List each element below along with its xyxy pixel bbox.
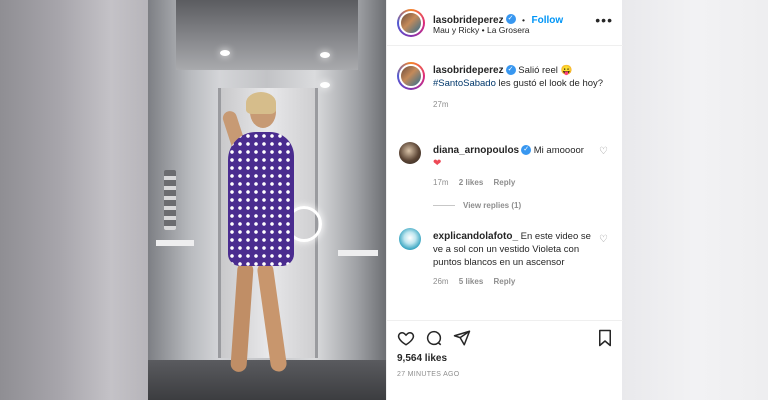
comment-body: Mi amoooor <box>533 145 584 156</box>
caption-time: 27m <box>433 100 449 109</box>
like-comment-heart-icon[interactable]: ♡ <box>599 234 608 245</box>
caption-text: lasobrideperez ✓ Salió reel 😛 #SantoSabad… <box>433 64 613 90</box>
comment-text: explicandolafoto_ En este video se ve a … <box>433 230 593 269</box>
elevator-ceiling <box>176 0 358 70</box>
caption-pre: Salió reel 😛 <box>518 65 573 76</box>
follow-button[interactable]: Follow <box>531 15 563 26</box>
red-heart-icon: ❤ <box>433 158 442 169</box>
view-replies-button[interactable]: View replies (1) <box>433 201 593 210</box>
hair <box>246 92 276 114</box>
more-options-icon[interactable]: ••• <box>595 12 613 28</box>
polka-dot-dress <box>228 132 294 266</box>
reply-button[interactable]: Reply <box>494 178 516 187</box>
background-left <box>0 0 148 400</box>
elevator-button-panel <box>164 170 176 230</box>
comment-username[interactable]: diana_arnopoulos <box>433 145 519 156</box>
post-timestamp: 27 MINUTES AGO <box>397 371 460 378</box>
ceiling-light <box>320 52 330 58</box>
bookmark-icon[interactable] <box>597 329 613 352</box>
verified-icon: ✓ <box>505 13 516 24</box>
ceiling-light <box>220 50 230 56</box>
comment-username[interactable]: explicandolafoto_ <box>433 231 518 242</box>
background-right <box>622 0 768 400</box>
post-sidebar: lasobrideperez ✓ • Follow Mau y Ricky • L… <box>386 0 623 400</box>
comment-likes[interactable]: 2 likes <box>459 178 483 187</box>
comment: diana_arnopoulos ✓ Mi amoooor ❤ 17m 2 lik… <box>433 144 593 210</box>
comment-bubble-icon[interactable] <box>425 329 443 352</box>
handrail-right <box>338 250 378 256</box>
reply-button[interactable]: Reply <box>494 277 516 286</box>
ceiling-light <box>320 82 330 88</box>
audio-link[interactable]: Mau y Ricky • La Grosera <box>433 25 530 35</box>
verified-icon: ✓ <box>505 65 516 76</box>
like-heart-icon[interactable] <box>397 329 415 352</box>
comment-text: diana_arnopoulos ✓ Mi amoooor ❤ <box>433 144 593 170</box>
post-actions: 9,564 likes 27 MINUTES AGO <box>387 320 623 400</box>
caption: lasobrideperez ✓ Salió reel 😛 #SantoSabad… <box>433 64 613 109</box>
comment-meta: 26m 5 likes Reply <box>433 277 593 286</box>
post-video[interactable] <box>148 0 386 400</box>
comment-time: 26m <box>433 277 449 286</box>
share-paper-plane-icon[interactable] <box>453 329 471 352</box>
replies-divider <box>433 205 455 207</box>
caption-post: les gustó el look de hoy? <box>495 78 604 89</box>
caption-username[interactable]: lasobrideperez <box>433 65 504 76</box>
likes-count[interactable]: 9,564 likes <box>397 353 447 364</box>
post-header: lasobrideperez ✓ • Follow Mau y Ricky • L… <box>387 0 623 46</box>
like-comment-heart-icon[interactable]: ♡ <box>599 146 608 157</box>
comment-avatar[interactable] <box>399 228 421 250</box>
elevator-floor <box>148 360 386 400</box>
separator-dot: • <box>522 15 526 25</box>
caption-avatar[interactable] <box>397 62 425 90</box>
verified-icon: ✓ <box>521 145 532 156</box>
hashtag-link[interactable]: #SantoSabado <box>433 78 496 89</box>
comment-avatar[interactable] <box>399 142 421 164</box>
comment-time: 17m <box>433 178 449 187</box>
comment-likes[interactable]: 5 likes <box>459 277 483 286</box>
comment-meta: 17m 2 likes Reply <box>433 178 593 187</box>
avatar[interactable] <box>397 9 425 37</box>
handrail-left <box>156 240 194 246</box>
comment: explicandolafoto_ En este video se ve a … <box>433 230 593 286</box>
view-replies-label: View replies (1) <box>463 201 522 210</box>
